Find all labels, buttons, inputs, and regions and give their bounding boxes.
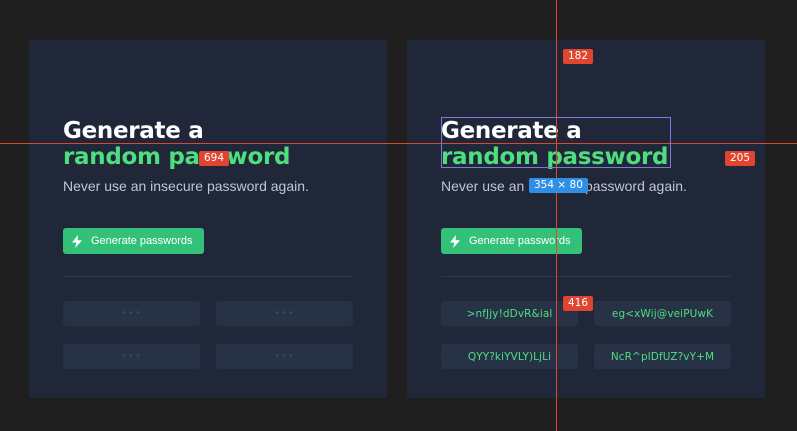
password-slot[interactable]: ••• [63,344,200,369]
password-slot[interactable]: ••• [216,301,353,326]
lightning-bolt-icon [450,234,460,248]
password-field[interactable]: >nfJjy!dDvR&ial [441,301,578,326]
title-line-2: random password [63,144,291,170]
generate-passwords-button[interactable]: Generate passwords [441,228,582,254]
distance-badge-top: 182 [563,49,594,64]
generator-card-left: Generate a random password Never use an … [29,40,387,398]
horizontal-guide-line [0,143,797,144]
size-badge: 354 × 80 [529,178,588,193]
selection-outline [441,117,671,168]
generate-passwords-button[interactable]: Generate passwords [63,228,204,254]
generate-passwords-label: Generate passwords [91,235,193,247]
lightning-bolt-icon [72,234,82,248]
subtitle: Never use an insecure password again. [63,178,309,194]
password-slot[interactable]: ••• [216,344,353,369]
divider [441,276,731,277]
distance-badge-bottom: 416 [563,296,594,311]
divider [63,276,353,277]
vertical-guide-line [556,0,557,431]
page-title: Generate a random password [63,118,291,170]
distance-badge-right: 205 [725,151,756,166]
password-field[interactable]: NcR^plDfUZ?vY+M [594,344,731,369]
distance-badge-left: 694 [199,151,230,166]
generator-card-right: Generate a random password Never use an … [407,40,765,398]
password-field[interactable]: QYY?kiYVLY)LjLi [441,344,578,369]
password-slot[interactable]: ••• [63,301,200,326]
password-field[interactable]: eg<xWij@veiPUwK [594,301,731,326]
title-line-1: Generate a [63,118,204,144]
